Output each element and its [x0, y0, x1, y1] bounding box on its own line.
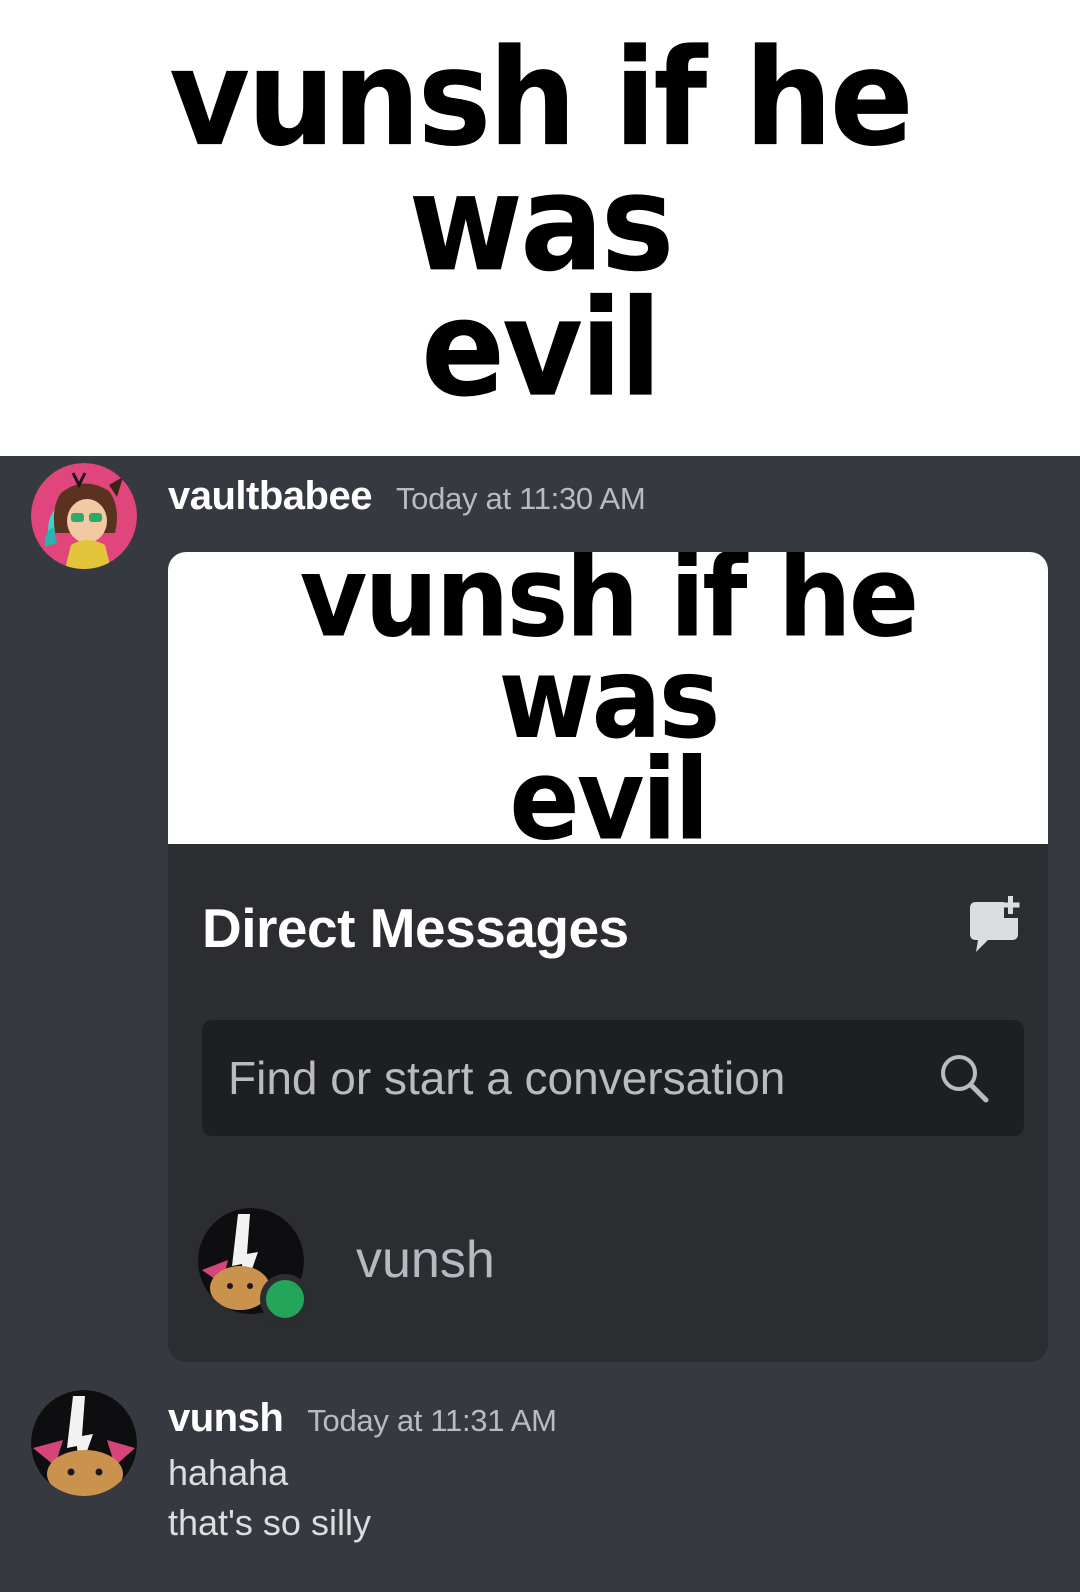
- embed-meme-caption: vunsh if he was evil: [198, 552, 1018, 856]
- search-bar[interactable]: [202, 1020, 1024, 1136]
- dm-title: Direct Messages: [202, 897, 629, 959]
- message-text-line: that's so silly: [168, 1502, 371, 1543]
- meme-caption-line2: evil: [421, 271, 662, 428]
- dm-list-item-vunsh[interactable]: vunsh: [198, 1208, 798, 1328]
- vaultbabee-avatar-art: [31, 463, 137, 569]
- message-header-vunsh: vunsh Today at 11:31 AM: [168, 1396, 557, 1441]
- embed-caption-line1: vunsh if he was: [299, 552, 920, 764]
- timestamp: Today at 11:30 AM: [395, 481, 646, 516]
- username[interactable]: vaultbabee: [168, 474, 372, 519]
- vunsh-avatar-art-large: [31, 1390, 137, 1496]
- vunsh-avatar[interactable]: [31, 1390, 137, 1496]
- meme-caption-area: vunsh if he was evil: [0, 0, 1080, 456]
- message-header-vaultbabee: vaultbabee Today at 11:30 AM: [168, 474, 646, 519]
- embed-meme-caption-area: vunsh if he was evil: [168, 552, 1048, 856]
- online-status-icon: [260, 1274, 310, 1324]
- meme-caption: vunsh if he was evil: [50, 32, 1030, 416]
- vaultbabee-avatar[interactable]: [31, 463, 137, 569]
- image-attachment[interactable]: vunsh if he was evil Direct Messages Fin…: [168, 552, 1048, 1362]
- dm-username: vunsh: [356, 1231, 495, 1289]
- new-group-dm-icon[interactable]: [962, 894, 1026, 958]
- username[interactable]: vunsh: [168, 1396, 284, 1441]
- meme-caption-line1: vunsh if he was: [169, 20, 914, 302]
- dm-panel-screenshot: Direct Messages Find or start a conversa…: [168, 844, 1048, 1362]
- message-text-line: hahaha: [168, 1452, 289, 1493]
- timestamp: Today at 11:31 AM: [307, 1403, 557, 1438]
- search-icon[interactable]: [934, 1048, 994, 1108]
- chat-screenshot: vaultbabee Today at 11:30 AM vunsh if he…: [0, 456, 1080, 1592]
- search-input[interactable]: [228, 1046, 908, 1110]
